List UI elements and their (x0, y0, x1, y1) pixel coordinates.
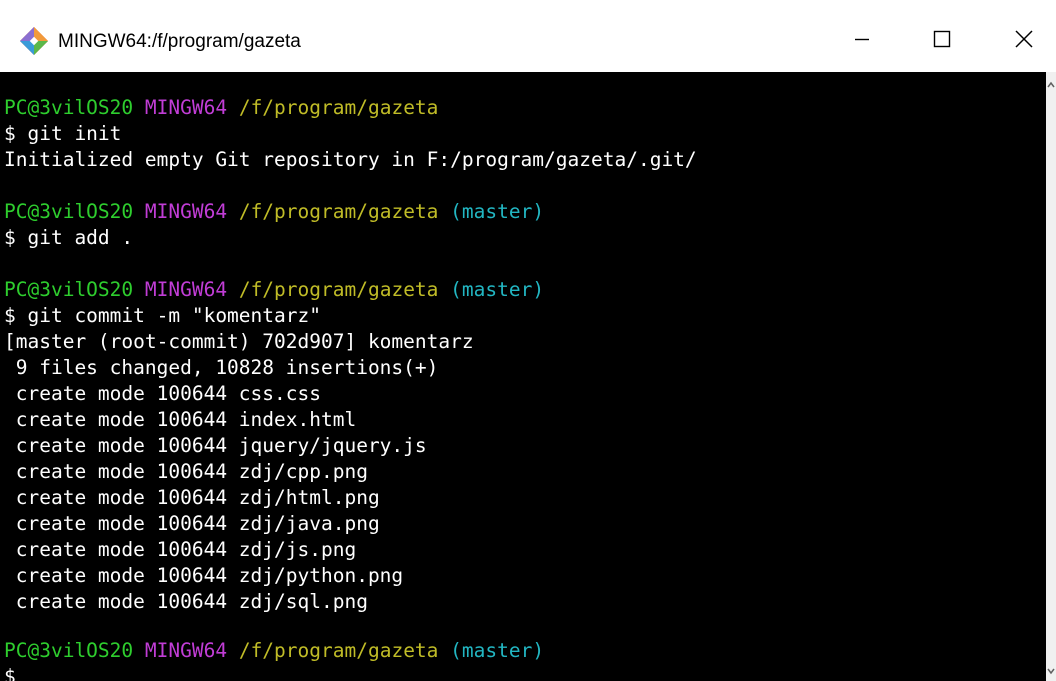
prompt-line: PC@3vilOS20 MINGW64 /f/program/gazeta (m… (4, 277, 544, 303)
prompt-branch: (master) (450, 200, 545, 223)
scroll-down-arrow-icon[interactable] (1047, 664, 1055, 678)
close-button[interactable] (996, 10, 1052, 68)
output-line: create mode 100644 zdj/python.png (4, 564, 404, 587)
prompt-user: PC@3vilOS20 (4, 278, 134, 301)
scroll-up-arrow-icon[interactable] (1047, 78, 1055, 92)
close-icon (1015, 30, 1033, 48)
output-line: create mode 100644 zdj/html.png (4, 486, 380, 509)
prompt-path: /f/program/gazeta (238, 96, 439, 119)
prompt-path: /f/program/gazeta (238, 278, 439, 301)
prompt-user: PC@3vilOS20 (4, 96, 134, 119)
minimize-button[interactable] (834, 10, 890, 68)
maximize-icon (933, 30, 951, 48)
prompt-line: PC@3vilOS20 MINGW64 /f/program/gazeta (m… (4, 638, 544, 664)
window-title: MINGW64:/f/program/gazeta (58, 31, 301, 52)
prompt-system: MINGW64 (144, 278, 228, 301)
terminal-output[interactable]: PC@3vilOS20 MINGW64 /f/program/gazeta $ … (0, 72, 1046, 681)
maximize-button[interactable] (914, 10, 970, 68)
output-line: [master (root-commit) 702d907] komentarz (4, 330, 474, 353)
vertical-scrollbar[interactable] (1046, 72, 1056, 681)
output-line: create mode 100644 zdj/js.png (4, 538, 357, 561)
command-line: $ git commit -m "komentarz" (4, 304, 321, 327)
terminal-window: MINGW64:/f/program/gazeta PC@3vilOS20 MI… (0, 0, 1056, 681)
command-line: $ git add . (4, 226, 134, 249)
prompt-branch: (master) (450, 639, 545, 662)
output-line: create mode 100644 zdj/cpp.png (4, 460, 368, 483)
prompt-user: PC@3vilOS20 (4, 200, 134, 223)
prompt-system: MINGW64 (144, 639, 228, 662)
git-bash-icon (20, 27, 48, 55)
output-line: create mode 100644 jquery/jquery.js (4, 434, 427, 457)
prompt-system: MINGW64 (144, 96, 228, 119)
command-line: $ (4, 665, 16, 681)
output-line: create mode 100644 css.css (4, 382, 321, 405)
output-line: Initialized empty Git repository in F:/p… (4, 148, 697, 171)
command-line: $ git init (4, 122, 122, 145)
output-line: 9 files changed, 10828 insertions(+) (4, 356, 439, 379)
prompt-user: PC@3vilOS20 (4, 639, 134, 662)
prompt-branch: (master) (450, 278, 545, 301)
prompt-system: MINGW64 (144, 200, 228, 223)
output-line: create mode 100644 zdj/java.png (4, 512, 380, 535)
output-line: create mode 100644 index.html (4, 408, 357, 431)
prompt-line: PC@3vilOS20 MINGW64 /f/program/gazeta (m… (4, 199, 544, 225)
prompt-path: /f/program/gazeta (238, 200, 439, 223)
prompt-line: PC@3vilOS20 MINGW64 /f/program/gazeta (4, 95, 438, 121)
title-bar[interactable]: MINGW64:/f/program/gazeta (0, 0, 1056, 72)
output-line: create mode 100644 zdj/sql.png (4, 590, 368, 613)
minimize-icon (855, 38, 869, 41)
prompt-path: /f/program/gazeta (238, 639, 439, 662)
